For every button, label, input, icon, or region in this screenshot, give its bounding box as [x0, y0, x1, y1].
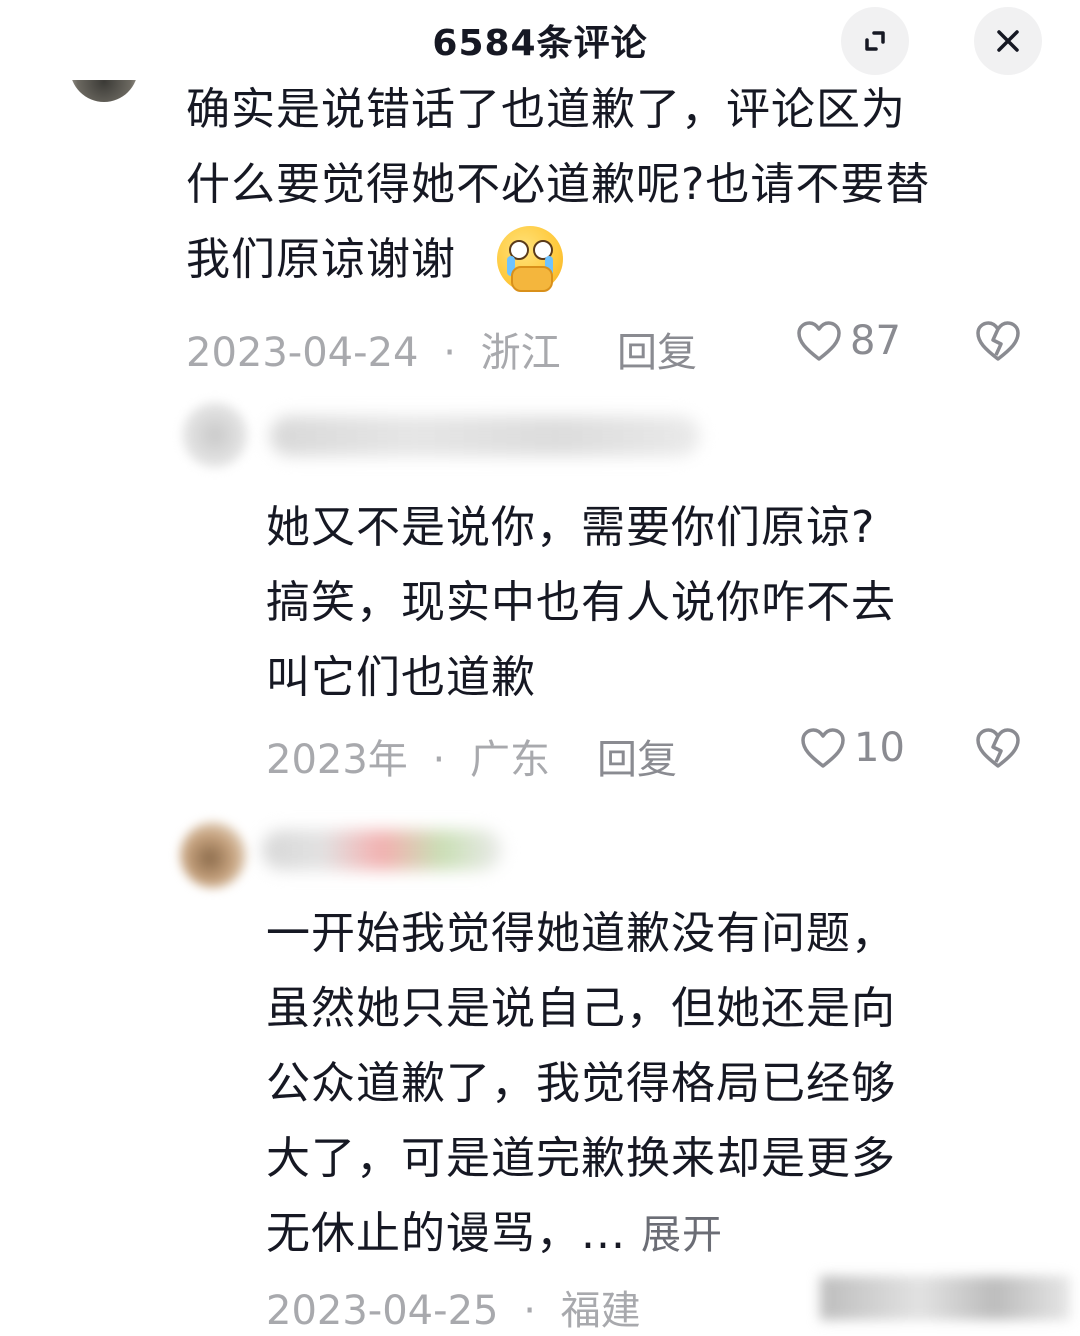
- comment-meta: 2023-04-24 · 浙江: [186, 320, 561, 378]
- meta-separator: ·: [523, 1288, 536, 1334]
- like-count: 87: [850, 318, 901, 364]
- reply-button[interactable]: 回复: [597, 727, 677, 785]
- comment-text: 一开始我觉得她道歉没有问题， 虽然她只是说自己，但她还是向 公众道歉了，我觉得格…: [266, 908, 896, 1259]
- username-obscured[interactable]: [262, 830, 502, 870]
- expand-icon: [865, 31, 885, 51]
- comment-count-title: 6584条评论: [432, 23, 648, 64]
- comment-text: 她又不是说你，需要你们原谅? 搞笑，现实中也有人说你咋不去 叫它们也道歉: [266, 502, 896, 703]
- expand-comment-link[interactable]: 展开: [641, 1212, 723, 1258]
- close-button[interactable]: [974, 7, 1042, 75]
- heart-icon: [797, 321, 841, 361]
- expand-button[interactable]: [841, 7, 909, 75]
- like-count: 10: [854, 725, 905, 771]
- comment-location: 广东: [469, 737, 550, 783]
- comments-header: 6584条评论: [0, 0, 1080, 80]
- comment-location: 福建: [560, 1288, 641, 1334]
- comment-location: 浙江: [480, 330, 561, 376]
- reply-button[interactable]: 回复: [617, 320, 697, 378]
- like-button[interactable]: 87: [796, 318, 901, 364]
- broken-heart-icon[interactable]: [975, 727, 1021, 769]
- comment-meta: 2023年 · 广东: [266, 727, 550, 785]
- comment-meta: 2023-04-25 · 福建: [266, 1278, 641, 1336]
- close-icon: [997, 30, 1019, 52]
- comment-date: 2023年: [266, 737, 408, 783]
- heart-icon: [801, 728, 845, 768]
- avatar[interactable]: [180, 822, 246, 888]
- comment-date: 2023-04-24: [186, 330, 419, 376]
- broken-heart-icon[interactable]: [975, 320, 1021, 362]
- action-row-obscured: [820, 1276, 1070, 1320]
- like-button[interactable]: 10: [800, 725, 905, 771]
- pleading-face-emoji: [497, 226, 563, 292]
- avatar[interactable]: [70, 80, 138, 102]
- meta-separator: ·: [432, 737, 446, 783]
- username-obscured[interactable]: [270, 416, 700, 456]
- avatar[interactable]: [182, 402, 248, 468]
- meta-separator: ·: [443, 330, 456, 376]
- comment-date: 2023-04-25: [266, 1288, 499, 1334]
